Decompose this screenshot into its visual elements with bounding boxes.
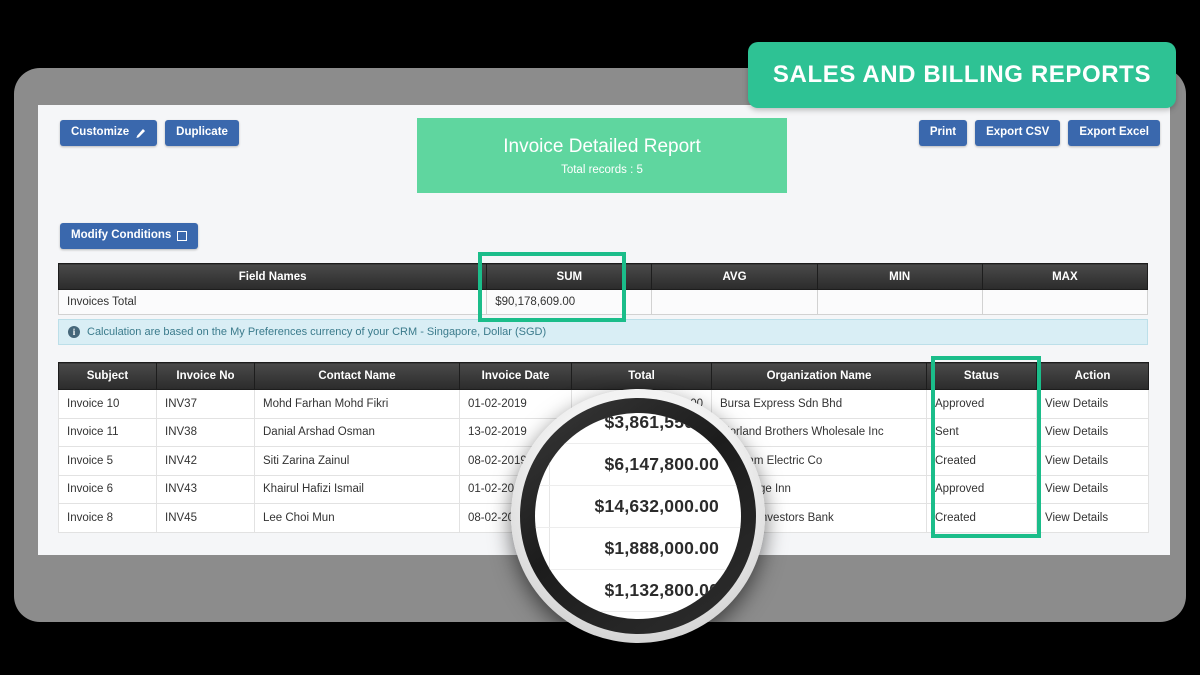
summary-col-min: MIN [816,263,983,290]
view-details-link[interactable]: View Details [1036,474,1149,504]
col-contact-name[interactable]: Contact Name [254,362,460,390]
report-title-card: Invoice Detailed Report Total records : … [417,118,787,193]
toolbar-left: Customize Duplicate [60,120,239,146]
view-details-link[interactable]: View Details [1036,389,1149,419]
magnified-total-row: $14,632,000.00 [535,486,741,528]
view-details-link[interactable]: View Details [1036,446,1149,476]
cell-contact-name: Danial Arshad Osman [254,417,460,447]
summary-max-value [981,289,1149,315]
highlight-status-column [931,356,1041,538]
cell-subject: Invoice 11 [58,417,157,447]
magnified-total-value: $1,888,000.00 [604,538,719,558]
cell-subject: Invoice 8 [58,503,157,533]
modify-conditions-label: Modify Conditions [71,229,172,241]
currency-info-text: Calculation are based on the My Preferen… [87,326,547,338]
col-invoice-date[interactable]: Invoice Date [459,362,572,390]
magnified-total-row: $1,132,800.00 [535,570,741,612]
cell-contact-name: Khairul Hafizi Ismail [254,474,460,504]
report-record-count: Total records : 5 [561,163,643,176]
duplicate-button[interactable]: Duplicate [165,120,239,146]
customize-label: Customize [71,126,130,138]
cell-contact-name: Mohd Farhan Mohd Fikri [254,389,460,419]
modify-conditions-wrap: Modify Conditions [60,223,199,249]
magnified-total-row: $3,861,550.00 [535,413,741,444]
export-excel-button[interactable]: Export Excel [1068,120,1160,146]
magnified-total-value: $14,632,000.00 [594,496,719,516]
magnifier-rows: $3,861,550.00 $6,147,800.00 $14,632,000.… [535,413,741,612]
view-details-link[interactable]: View Details [1036,503,1149,533]
report-title: Invoice Detailed Report [503,135,701,157]
cell-invoice-no: INV45 [156,503,255,533]
cell-contact-name: Lee Choi Mun [254,503,460,533]
cell-invoice-no: INV38 [156,417,255,447]
magnified-total-row: $6,147,800.00 [535,444,741,486]
square-icon [177,230,188,241]
magnified-total-row: $1,888,000.00 [535,528,741,570]
export-csv-label: Export CSV [986,126,1050,138]
magnifier: $3,861,550.00 $6,147,800.00 $14,632,000.… [511,389,765,643]
print-label: Print [929,126,957,138]
banner-title: SALES AND BILLING REPORTS [772,61,1152,88]
screenshot-stage: SALES AND BILLING REPORTS Customize Dupl… [0,0,1200,675]
duplicate-label: Duplicate [176,126,228,138]
summary-col-max: MAX [981,263,1149,290]
cell-invoice-no: INV42 [156,446,255,476]
summary-field-name: Invoices Total [57,289,488,315]
magnified-total-value: $3,861,550.00 [604,413,719,432]
highlight-sum-column [478,252,626,322]
summary-col-avg: AVG [651,263,818,290]
col-organization-name[interactable]: Organization Name [711,362,927,390]
cell-subject: Invoice 5 [58,446,157,476]
print-button[interactable]: Print [918,120,968,146]
col-total[interactable]: Total [571,362,712,390]
cell-invoice-no: INV37 [156,389,255,419]
customize-button[interactable]: Customize [60,120,158,146]
summary-col-field-names: Field Names [57,263,488,290]
sales-billing-banner: SALES AND BILLING REPORTS [748,42,1176,108]
summary-min-value [816,289,983,315]
export-csv-button[interactable]: Export CSV [975,120,1061,146]
modify-conditions-button[interactable]: Modify Conditions [60,223,199,249]
col-action[interactable]: Action [1036,362,1149,390]
cell-invoice-no: INV43 [156,474,255,504]
col-subject[interactable]: Subject [58,362,157,390]
col-invoice-no[interactable]: Invoice No [156,362,255,390]
pencil-icon [135,128,146,139]
currency-info-bar: i Calculation are based on the My Prefer… [58,319,1148,345]
info-icon: i [68,326,80,338]
cell-subject: Invoice 6 [58,474,157,504]
cell-contact-name: Siti Zarina Zainul [254,446,460,476]
magnifier-lens: $3,861,550.00 $6,147,800.00 $14,632,000.… [535,413,741,619]
cell-subject: Invoice 10 [58,389,157,419]
export-excel-label: Export Excel [1079,126,1149,138]
view-details-link[interactable]: View Details [1036,417,1149,447]
toolbar-right: Print Export CSV Export Excel [918,120,1160,146]
summary-avg-value [651,289,818,315]
magnified-total-value: $1,132,800.00 [604,580,719,600]
magnified-total-value: $6,147,800.00 [604,454,719,474]
